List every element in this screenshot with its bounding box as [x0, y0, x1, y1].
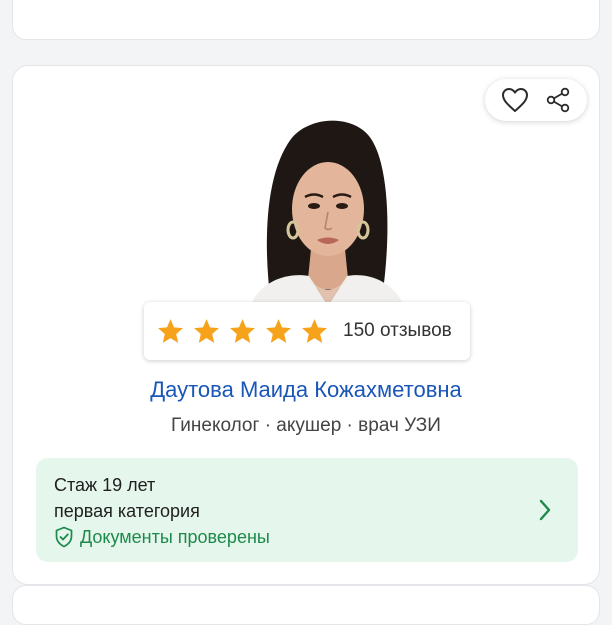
- shield-check-icon: [55, 526, 73, 548]
- heart-icon: [501, 88, 528, 112]
- reviews-count-link[interactable]: 150 отзывов: [343, 320, 452, 342]
- next-card: [12, 585, 600, 625]
- favorite-button[interactable]: [498, 83, 532, 117]
- category-text: первая категория: [54, 501, 200, 521]
- verified-label: Документы проверены: [80, 527, 270, 547]
- card-actions: [485, 79, 587, 121]
- documents-verified: Документы проверены: [54, 524, 560, 550]
- previous-card: [12, 0, 600, 40]
- star-icon: [266, 318, 291, 343]
- doctor-photo: [241, 104, 413, 304]
- star-rating: [156, 317, 329, 346]
- doctor-card: 150 отзывов Даутова Маида Кожахметовна Г…: [12, 65, 600, 585]
- doctor-info-panel[interactable]: Стаж 19 лет первая категория Документы п…: [36, 458, 578, 562]
- doctor-specialties: Гинеколог · акушер · врач УЗИ: [171, 415, 441, 436]
- share-icon: [546, 87, 569, 113]
- star-icon: [230, 318, 255, 343]
- rating-box: 150 отзывов: [144, 302, 470, 360]
- star-icon: [158, 318, 183, 343]
- star-icon: [302, 318, 327, 343]
- experience-text: Стаж 19 лет: [54, 475, 156, 495]
- chevron-right-icon: [539, 499, 551, 521]
- star-icon: [194, 318, 219, 343]
- share-button[interactable]: [541, 83, 575, 117]
- doctor-name-link[interactable]: Даутова Маида Кожахметовна: [13, 377, 599, 403]
